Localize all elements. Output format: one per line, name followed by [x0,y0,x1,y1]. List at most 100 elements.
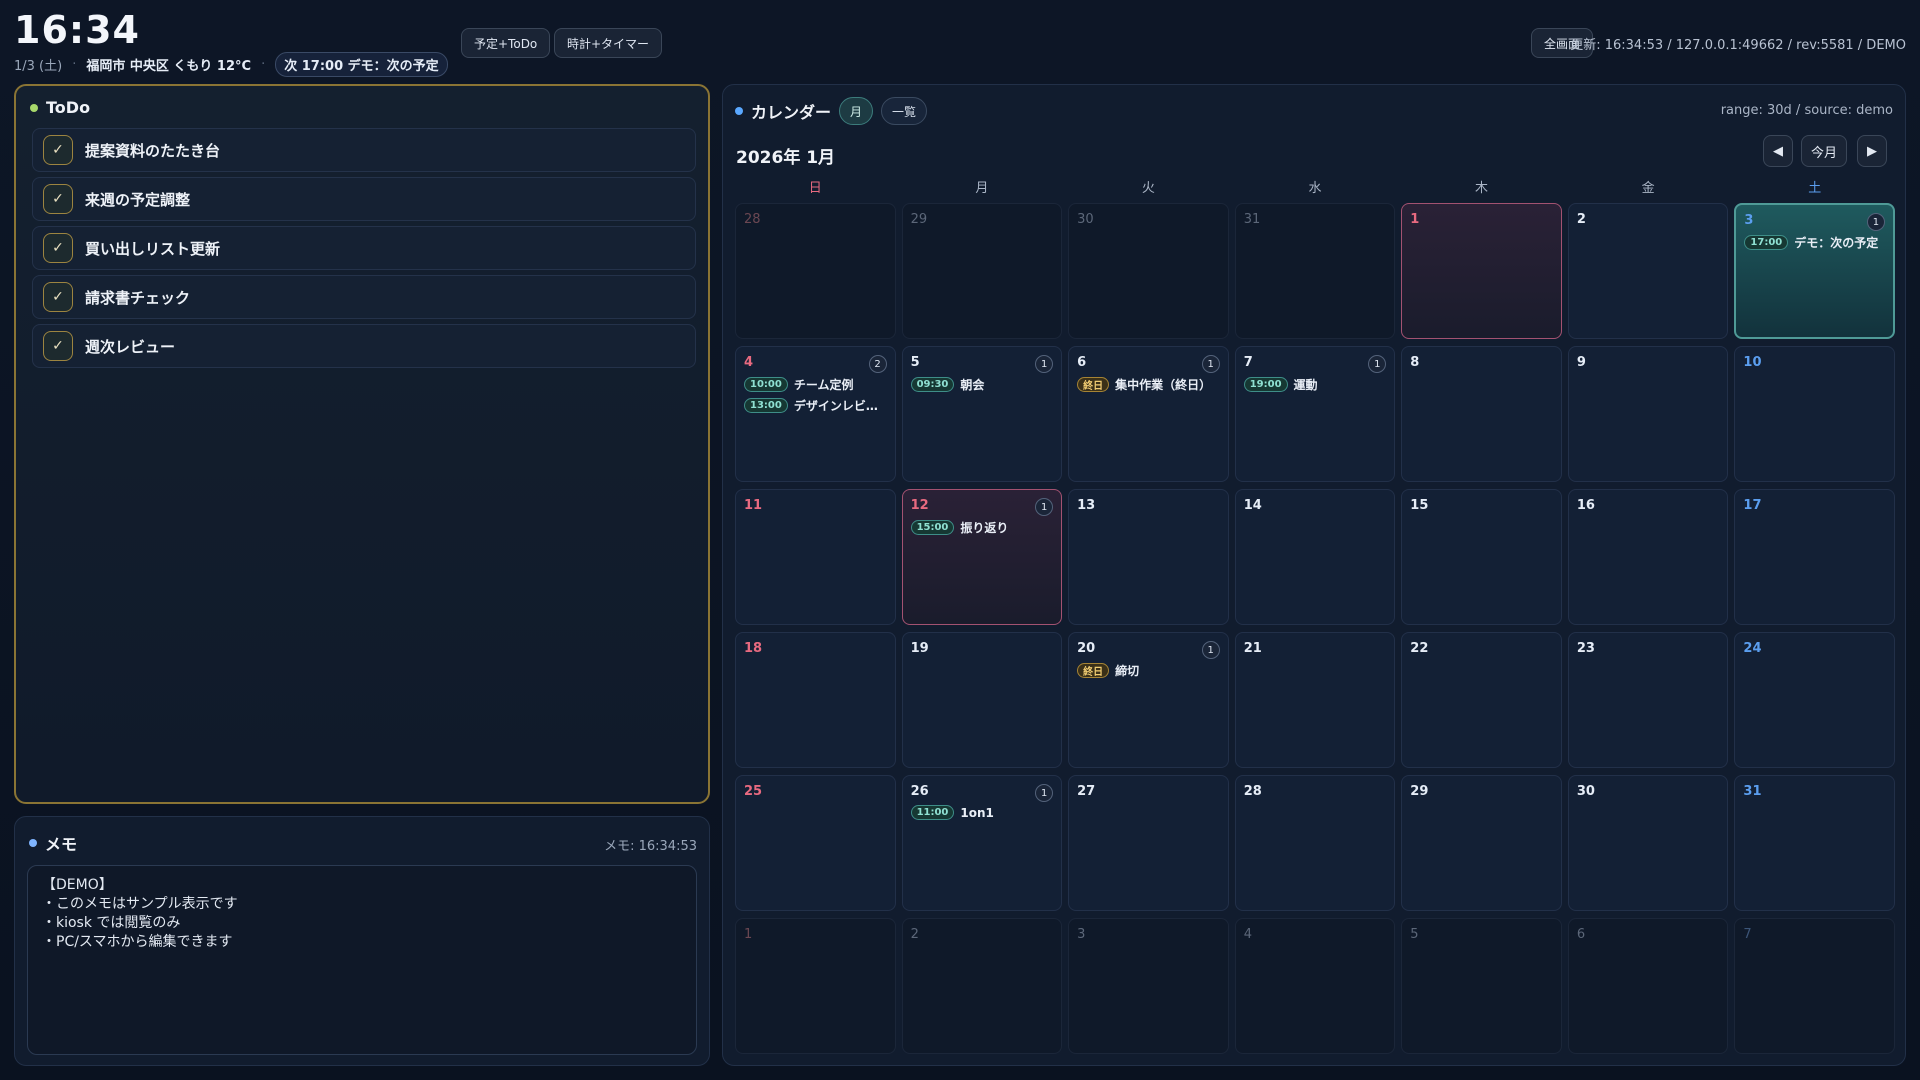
weekday-label: 水 [1308,181,1322,196]
todo-item[interactable]: ✓ 提案資料のたたき台 [32,128,696,172]
memo-textarea[interactable]: 【DEMO】 ・このメモはサンプル表示です ・kiosk では閲覧のみ ・PC/スマホ… [27,865,697,1055]
calendar-event[interactable]: 10:00 チーム定例 [744,376,887,393]
calendar-day-cell[interactable]: 7 1 19:00 運動 [1234,346,1396,482]
check-icon[interactable]: ✓ [43,233,73,263]
calendar-day-cell[interactable]: 18 [735,632,896,768]
weekday-label: 金 [1641,181,1655,196]
calendar-day-cell[interactable]: 5 [1401,918,1562,1054]
calendar-day-cell[interactable]: 16 [1567,489,1729,625]
check-icon[interactable]: ✓ [43,282,73,312]
view-month-tab[interactable]: 月 [839,97,874,125]
calendar-event[interactable]: 終日 締切 [1077,662,1220,679]
memo-line: ・kiosk では閲覧のみ [42,915,181,931]
day-number: 14 [1243,498,1262,513]
day-number: 13 [1077,498,1096,513]
calendar-day-cell[interactable]: 27 [1068,775,1229,911]
calendar-event[interactable]: 11:00 1on1 [910,805,1054,820]
next-month-button[interactable]: ▶ [1857,135,1887,167]
day-number: 29 [1410,784,1429,799]
calendar-day-cell[interactable]: 6 1 終日 集中作業（終日） [1068,346,1229,482]
calendar-day-cell[interactable]: 20 1 終日 締切 [1068,632,1229,768]
calendar-day-cell[interactable]: 17 [1734,489,1895,625]
status-line: 更新: 16:34:53 / 127.0.0.1:49662 / rev:558… [1570,38,1906,53]
calendar-day-cell[interactable]: 5 1 09:30 朝会 [901,346,1063,482]
calendar-day-cell[interactable]: 31 [1734,775,1895,911]
calendar-day-cell[interactable]: 30 [1068,203,1229,339]
todo-item[interactable]: ✓ 請求書チェック [32,275,696,319]
check-icon[interactable]: ✓ [43,184,73,214]
calendar-event[interactable]: 15:00 振り返り [910,519,1054,536]
check-icon[interactable]: ✓ [43,331,73,361]
calendar-day-cell[interactable]: 12 1 15:00 振り返り [901,489,1063,625]
day-number: 18 [744,641,763,656]
memo-dot-icon [29,839,37,847]
event-time-badge: 終日 [1077,377,1110,392]
calendar-day-cell[interactable]: 28 [1234,775,1396,911]
calendar-day-cell[interactable]: 1 [735,918,896,1054]
event-count-badge: 1 [1201,641,1220,659]
todo-item[interactable]: ✓ 買い出しリスト更新 [32,226,696,270]
event-count-badge: 2 [868,355,887,373]
day-number: 8 [1410,355,1420,370]
event-title: 集中作業（終日） [1115,378,1212,392]
day-number: 22 [1410,641,1429,656]
calendar-day-cell[interactable]: 14 [1234,489,1396,625]
todo-item[interactable]: ✓ 週次レビュー [32,324,696,368]
calendar-day-cell[interactable]: 28 [735,203,896,339]
calendar-event[interactable]: 19:00 運動 [1243,376,1387,393]
clock-timer-button[interactable]: 時計+タイマー [554,28,663,58]
calendar-day-cell[interactable]: 31 [1234,203,1396,339]
todo-item[interactable]: ✓ 来週の予定調整 [32,177,696,221]
calendar-day-cell[interactable]: 9 [1567,346,1729,482]
this-month-button[interactable]: 今月 [1801,135,1847,167]
calendar-day-cell[interactable]: 10 [1734,346,1895,482]
calendar-day-cell[interactable]: 29 [1401,775,1562,911]
calendar-day-cell[interactable]: 3 [1068,918,1229,1054]
calendar-day-cell[interactable]: 15 [1401,489,1562,625]
calendar-day-cell[interactable]: 2 [901,918,1063,1054]
day-number: 21 [1243,641,1262,656]
calendar-day-cell[interactable]: 4 [1234,918,1396,1054]
day-number: 27 [1077,784,1096,799]
calendar-day-cell[interactable]: 19 [901,632,1063,768]
calendar-day-cell[interactable]: 21 [1234,632,1396,768]
todo-item-label: 買い出しリスト更新 [85,239,221,258]
date-label: 1/3 (土) [14,59,63,74]
calendar-day-cell[interactable]: 1 [1401,203,1562,339]
calendar-day-cell[interactable]: 25 [735,775,896,911]
day-number: 15 [1410,498,1429,513]
calendar-day-cell[interactable]: 22 [1401,632,1562,768]
calendar-day-cell[interactable]: 7 [1734,918,1895,1054]
calendar-day-cell[interactable]: 3 1 17:00 デモ：次の予定 [1734,203,1895,339]
weekday-label: 土 [1808,181,1822,196]
day-number: 1 [1410,212,1420,227]
calendar-day-cell[interactable]: 4 2 10:00 チーム定例 13:00 デザインレビ… [735,346,896,482]
day-number: 3 [1744,213,1754,228]
day-number: 6 [1576,927,1586,942]
calendar-day-cell[interactable]: 8 [1401,346,1562,482]
calendar-day-cell[interactable]: 6 [1567,918,1729,1054]
header-bar: 16:34 1/3 (土) · 福岡市 中央区 くもり 12°C · 次 17:… [0,0,1920,80]
calendar-event[interactable]: 13:00 デザインレビ… [744,397,887,414]
calendar-day-cell[interactable]: 13 [1068,489,1229,625]
event-time-badge: 11:00 [910,805,955,820]
day-number: 1 [744,927,753,942]
calendar-event[interactable]: 17:00 デモ：次の予定 [1744,234,1885,251]
calendar-day-cell[interactable]: 11 [735,489,896,625]
calendar-day-cell[interactable]: 24 [1734,632,1895,768]
calendar-event[interactable]: 09:30 朝会 [910,376,1054,393]
calendar-day-cell[interactable]: 2 [1567,203,1729,339]
calendar-day-cell[interactable]: 26 1 11:00 1on1 [901,775,1063,911]
calendar-day-cell[interactable]: 29 [901,203,1063,339]
memo-line: ・PC/スマホから編集できます [42,934,233,950]
schedule-todo-button[interactable]: 予定+ToDo [461,28,551,58]
event-time-badge: 終日 [1077,663,1110,678]
check-icon[interactable]: ✓ [43,135,73,165]
calendar-day-cell[interactable]: 30 [1567,775,1729,911]
calendar-event[interactable]: 終日 集中作業（終日） [1077,376,1220,393]
prev-month-button[interactable]: ◀ [1763,135,1793,167]
view-list-tab[interactable]: 一覧 [881,97,928,125]
day-number: 4 [744,355,754,370]
calendar-day-cell[interactable]: 23 [1567,632,1729,768]
event-count-badge: 1 [1201,355,1220,373]
